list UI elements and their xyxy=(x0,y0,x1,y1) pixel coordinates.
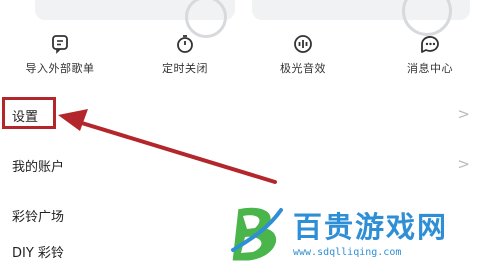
menu-item-label: 我的账户 xyxy=(12,160,65,175)
watermark-url: www.sdqlliqing.com xyxy=(293,247,402,258)
message-icon xyxy=(421,36,439,53)
menu-item-settings[interactable]: 设置 > xyxy=(0,100,480,128)
watermark-title: 百贵游戏网 xyxy=(293,210,449,244)
shortcut-label: 消息中心 xyxy=(407,62,453,75)
shortcut-sound-effect[interactable]: 极光音效 xyxy=(243,34,363,76)
menu-item-account[interactable]: 我的账户 > xyxy=(0,150,480,178)
top-card-right[interactable] xyxy=(252,0,470,36)
import-playlist-icon xyxy=(52,35,68,54)
shortcut-timer[interactable]: 定时关闭 xyxy=(125,34,245,76)
chevron-right-icon: > xyxy=(457,155,470,173)
menu-item-label: DIY 彩铃 xyxy=(12,246,64,261)
menu-item-label: 彩铃广场 xyxy=(12,210,65,225)
watermark-logo-icon xyxy=(229,204,283,264)
top-card-left[interactable] xyxy=(35,0,235,38)
shortcut-row: 导入外部歌单 定时关闭 极光音效 消息中心 xyxy=(0,34,480,84)
sound-effect-icon xyxy=(294,35,312,53)
shortcut-label: 导入外部歌单 xyxy=(25,62,95,75)
shortcut-import-playlist[interactable]: 导入外部歌单 xyxy=(0,34,120,76)
shortcut-message-center[interactable]: 消息中心 xyxy=(370,34,480,76)
card-decoration xyxy=(402,0,452,36)
shortcut-label: 定时关闭 xyxy=(162,62,208,75)
watermark: 百贵游戏网 www.sdqlliqing.com xyxy=(215,200,480,270)
annotation-highlight-box xyxy=(2,97,56,129)
card-decoration xyxy=(185,0,227,38)
chevron-right-icon: > xyxy=(457,105,470,123)
shortcut-label: 极光音效 xyxy=(280,62,326,75)
timer-icon xyxy=(177,35,193,53)
